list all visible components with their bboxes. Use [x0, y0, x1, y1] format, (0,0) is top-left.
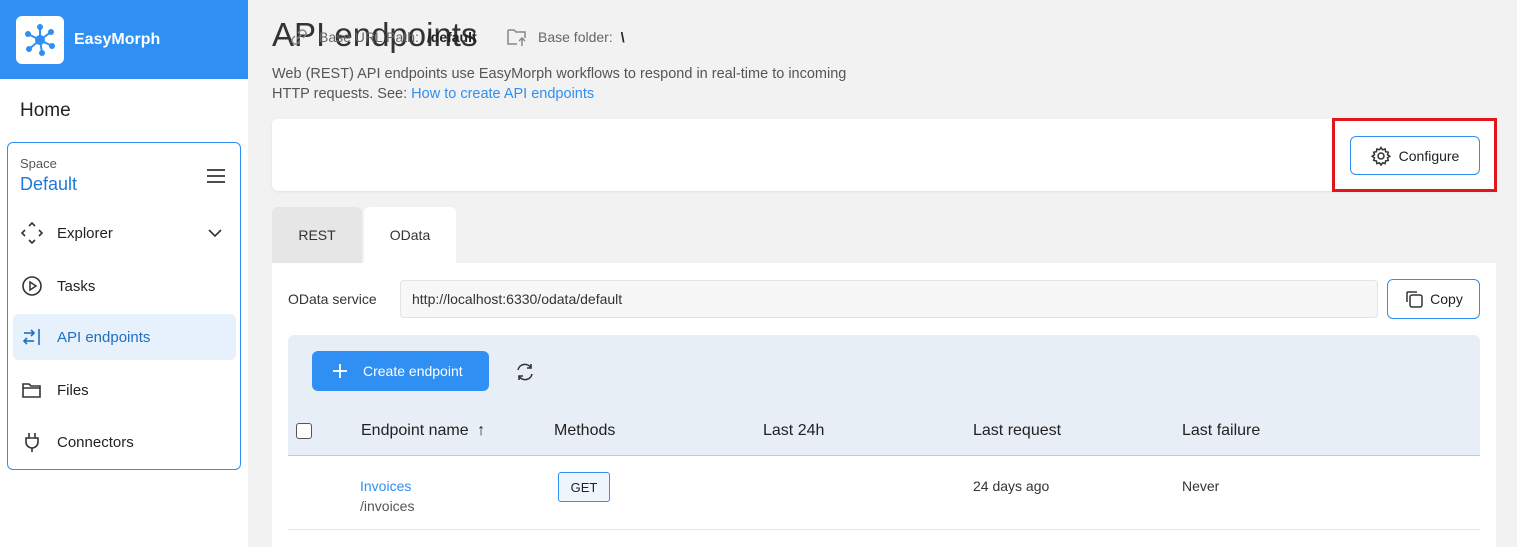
space-panel: Space Default Explorer Tasks API endpoin…	[7, 142, 241, 470]
base-url-label: Base URL Path:	[319, 29, 419, 45]
tab-rest[interactable]: REST	[272, 207, 362, 263]
column-header-last-failure[interactable]: Last failure	[1182, 422, 1260, 440]
sort-ascending-icon: ↑	[477, 422, 486, 439]
column-header-label: Endpoint name	[361, 422, 469, 439]
base-folder-value: \	[620, 29, 625, 45]
page-description: Web (REST) API endpoints use EasyMorph w…	[272, 64, 912, 104]
sidebar-item-label: Files	[57, 381, 89, 399]
odata-service-url-field[interactable]	[400, 280, 1378, 318]
column-header-last-24h[interactable]: Last 24h	[763, 422, 824, 440]
select-all-checkbox[interactable]	[296, 423, 312, 439]
create-endpoint-label: Create endpoint	[363, 363, 463, 379]
sidebar-item-connectors[interactable]: Connectors	[13, 419, 236, 465]
folder-upload-icon	[506, 27, 528, 47]
last-failure-cell: Never	[1182, 478, 1220, 494]
column-header-last-request[interactable]: Last request	[973, 422, 1061, 440]
sidebar-item-tasks[interactable]: Tasks	[13, 263, 236, 309]
odata-service-label: OData service	[288, 291, 377, 307]
description-line-2: HTTP requests. See: How to create API en…	[272, 84, 912, 104]
sidebar-item-label: Connectors	[57, 433, 134, 451]
table-row[interactable]	[288, 456, 1480, 530]
plug-icon	[21, 431, 43, 453]
column-header-endpoint-name[interactable]: Endpoint name ↑	[361, 422, 485, 440]
base-folder-label: Base folder:	[538, 29, 613, 45]
description-prefix: HTTP requests. See:	[272, 86, 412, 102]
endpoint-path: /invoices	[360, 498, 415, 514]
base-folder-info: Base folder: \	[506, 27, 625, 47]
tab-odata[interactable]: OData	[364, 207, 456, 263]
hamburger-menu-icon[interactable]	[206, 167, 226, 185]
create-endpoint-button[interactable]: Create endpoint	[312, 351, 489, 391]
brand-header[interactable]: EasyMorph	[0, 0, 248, 79]
copy-icon	[1404, 289, 1424, 309]
sidebar-item-explorer[interactable]: Explorer	[13, 210, 236, 256]
chevron-down-icon[interactable]	[206, 224, 224, 246]
brand-name: EasyMorph	[74, 30, 161, 48]
sidebar: EasyMorph Home Space Default Explorer Ta…	[0, 0, 248, 547]
play-circle-icon	[21, 275, 43, 297]
link-icon	[289, 27, 309, 47]
space-name[interactable]: Default	[20, 174, 77, 195]
column-header-methods[interactable]: Methods	[554, 422, 615, 440]
highlight-box	[1332, 118, 1497, 192]
method-badge: GET	[558, 472, 610, 502]
space-label: Space	[20, 156, 57, 171]
sidebar-item-label: Explorer	[57, 224, 113, 242]
sidebar-item-files[interactable]: Files	[13, 367, 236, 413]
sidebar-item-label: API endpoints	[57, 328, 151, 346]
copy-label: Copy	[1430, 291, 1463, 307]
copy-button[interactable]: Copy	[1387, 279, 1480, 319]
arrows-exchange-icon	[21, 326, 43, 348]
endpoint-info-bar	[272, 119, 1496, 191]
plus-icon	[331, 362, 349, 380]
help-link[interactable]: How to create API endpoints	[411, 86, 594, 102]
sidebar-item-label: Tasks	[57, 277, 96, 295]
home-link[interactable]: Home	[20, 100, 71, 122]
base-url-value: /default	[426, 29, 477, 45]
base-url-info: Base URL Path: /default	[289, 27, 477, 47]
last-request-cell: 24 days ago	[973, 478, 1050, 494]
explorer-icon	[21, 222, 43, 244]
sidebar-item-api-endpoints[interactable]: API endpoints	[13, 314, 236, 360]
folder-icon	[21, 379, 43, 401]
refresh-icon[interactable]	[513, 360, 537, 384]
easymorph-logo-icon	[16, 15, 64, 64]
endpoint-name-link[interactable]: Invoices	[360, 478, 411, 494]
description-line-1: Web (REST) API endpoints use EasyMorph w…	[272, 66, 847, 82]
